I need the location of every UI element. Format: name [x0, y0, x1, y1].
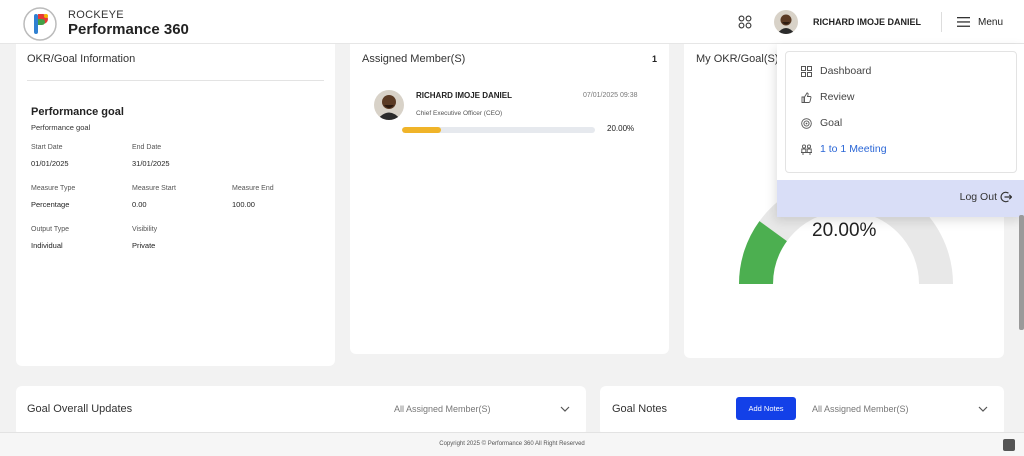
- header-divider: [941, 12, 942, 32]
- hamburger-icon: [957, 17, 970, 27]
- gauge-fill: [739, 221, 788, 285]
- notes-member-filter[interactable]: All Assigned Member(S): [812, 404, 909, 414]
- member-name[interactable]: RICHARD IMOJE DANIEL: [416, 91, 512, 100]
- output-type-value: Individual: [31, 241, 63, 250]
- performance-360-logo-icon[interactable]: [22, 6, 58, 42]
- measure-type-value: Percentage: [31, 200, 70, 209]
- goal-description: Performance goal: [31, 123, 91, 132]
- add-notes-button[interactable]: Add Notes: [736, 397, 796, 420]
- chevron-down-icon[interactable]: [978, 404, 988, 414]
- updates-title: Goal Overall Updates: [27, 403, 133, 415]
- logout-icon: [1000, 191, 1012, 203]
- dashboard-icon: [801, 65, 812, 77]
- okr-card-title: OKR/Goal Information: [27, 53, 136, 65]
- menu-item-dashboard[interactable]: Dashboard: [801, 65, 871, 77]
- meeting-icon: [801, 143, 812, 155]
- user-avatar[interactable]: [774, 10, 798, 34]
- okr-goal-info-card: OKR/Goal Information Performance goal Pe…: [16, 44, 335, 366]
- logout-button[interactable]: Log Out: [960, 191, 1012, 203]
- menu-dropdown: Dashboard Review Goal 1 to 1 Meeting Log…: [777, 44, 1024, 217]
- page-scrollbar[interactable]: [1019, 215, 1024, 330]
- menu-item-label: 1 to 1 Meeting: [820, 143, 887, 155]
- goal-overall-updates-panel: Goal Overall Updates All Assigned Member…: [16, 386, 586, 436]
- chevron-down-icon[interactable]: [560, 404, 570, 414]
- measure-start-label: Measure Start: [132, 185, 176, 192]
- member-datetime: 07/01/2025 09:38: [583, 92, 638, 99]
- output-type-label: Output Type: [31, 226, 70, 233]
- member-avatar[interactable]: [374, 90, 404, 120]
- member-progress-bar: [402, 127, 595, 133]
- start-date-value: 01/01/2025: [31, 159, 69, 168]
- fullscreen-icon[interactable]: [1003, 439, 1015, 451]
- measure-type-label: Measure Type: [31, 185, 76, 192]
- measure-end-label: Measure End: [232, 185, 274, 192]
- menu-item-review[interactable]: Review: [801, 91, 854, 103]
- measure-end-value: 100.00: [232, 200, 255, 209]
- member-progress-label: 20.00%: [607, 124, 635, 133]
- footer: Copyright 2025 © Performance 360 All Rig…: [0, 432, 1024, 456]
- member-role: Chief Executive Officer (CEO): [416, 110, 503, 117]
- goal-icon: [801, 117, 812, 129]
- assigned-card-title: Assigned Member(S): [362, 53, 466, 65]
- end-date-label: End Date: [132, 144, 162, 151]
- goal-name: Performance goal: [31, 106, 124, 118]
- my-okr-card-title: My OKR/Goal(S): [696, 53, 779, 65]
- logout-bar: Log Out: [777, 180, 1024, 217]
- menu-item-label: Goal: [820, 117, 843, 129]
- menu-item-label: Review: [820, 91, 855, 103]
- header-user-name[interactable]: RICHARD IMOJE DANIEL: [813, 17, 921, 27]
- menu-item-label: Dashboard: [820, 65, 872, 77]
- apps-grid-icon[interactable]: [738, 15, 752, 29]
- menu-label: Menu: [978, 16, 1004, 28]
- top-header: ROCKEYE Performance 360 RICHARD IMOJE DA…: [0, 0, 1024, 44]
- member-progress-fill: [402, 127, 441, 133]
- thumbs-up-icon: [801, 92, 812, 103]
- copyright-text: Copyright 2025 © Performance 360 All Rig…: [439, 441, 585, 447]
- menu-button[interactable]: Menu: [957, 14, 1003, 30]
- goal-notes-panel: Goal Notes All Assigned Member(S): [600, 386, 1004, 436]
- brand-product: Performance 360: [68, 21, 189, 38]
- menu-item-1-to-1-meeting[interactable]: 1 to 1 Meeting: [801, 143, 887, 155]
- notes-title: Goal Notes: [612, 403, 668, 415]
- assigned-count: 1: [651, 54, 657, 64]
- start-date-label: Start Date: [31, 144, 63, 151]
- updates-member-filter[interactable]: All Assigned Member(S): [394, 404, 491, 414]
- menu-items-box: Dashboard Review Goal 1 to 1 Meeting: [785, 51, 1017, 173]
- menu-item-goal[interactable]: Goal: [801, 117, 842, 129]
- logout-label: Log Out: [959, 191, 997, 203]
- visibility-value: Private: [132, 241, 156, 250]
- end-date-value: 31/01/2025: [132, 159, 170, 168]
- gauge-value: 20.00%: [812, 220, 877, 241]
- divider: [27, 80, 324, 81]
- visibility-label: Visibility: [132, 226, 158, 233]
- measure-start-value: 0.00: [132, 200, 147, 209]
- brand-company: ROCKEYE: [68, 9, 124, 21]
